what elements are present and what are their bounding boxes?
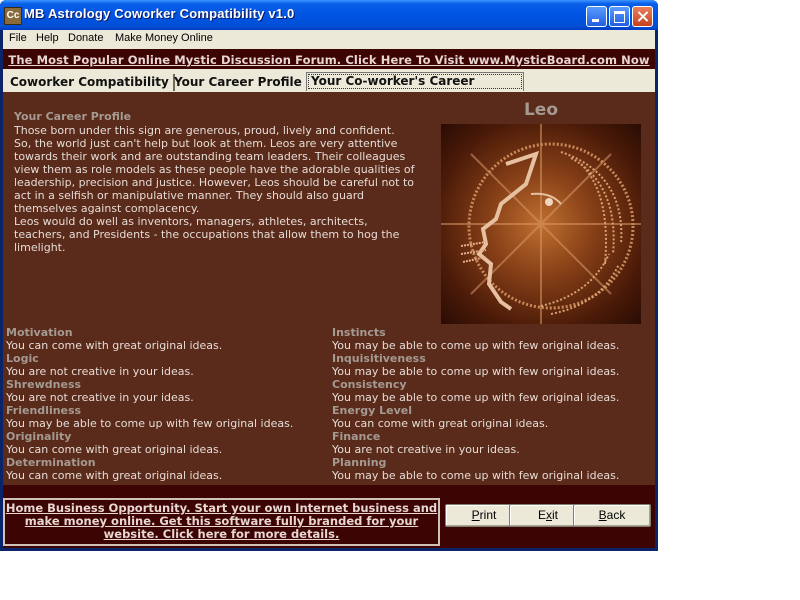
- footer-bar: Home Business Opportunity. Start your ow…: [3, 485, 655, 548]
- tab-your-career-profile[interactable]: Your Career Profile: [170, 74, 306, 91]
- trait-label: Inquisitiveness: [332, 352, 426, 365]
- print-accel: P: [471, 508, 480, 522]
- tab-strip: Coworker Compatibility Your Career Profi…: [3, 69, 655, 105]
- menu-bar: File Help Donate Make Money Online: [3, 30, 655, 49]
- trait-label: Determination: [6, 456, 96, 469]
- trait-label: Shrewdness: [6, 378, 82, 391]
- zodiac-sign-name: Leo: [523, 100, 559, 120]
- profile-panel: Your Career Profile Those born under thi…: [3, 92, 655, 485]
- trait-label: Motivation: [6, 326, 73, 339]
- trait-label: Friendliness: [6, 404, 82, 417]
- trait-value: You can come with great original ideas.: [6, 469, 223, 482]
- maximize-button[interactable]: [609, 6, 630, 27]
- menu-file[interactable]: File: [9, 32, 27, 44]
- print-label: rint: [479, 508, 497, 522]
- app-window: Cc MB Astrology Coworker Compatibility v…: [0, 0, 658, 551]
- trait-value: You may be able to come up with few orig…: [332, 365, 620, 378]
- trait-value: You can come with great original ideas.: [332, 417, 549, 430]
- close-button[interactable]: [632, 6, 653, 27]
- trait-label: Finance: [332, 430, 381, 443]
- trait-label: Energy Level: [332, 404, 412, 417]
- menu-make-money-online[interactable]: Make Money Online: [115, 32, 213, 44]
- forum-banner: The Most Popular Online Mystic Discussio…: [3, 49, 655, 69]
- back-accel: B: [598, 508, 607, 522]
- trait-label: Consistency: [332, 378, 407, 391]
- trait-value: You can come with great original ideas.: [6, 443, 223, 456]
- client-area: File Help Donate Make Money Online The M…: [3, 30, 655, 548]
- profile-description: Those born under this sign are generous,…: [14, 124, 415, 254]
- trait-value: You are not creative in your ideas.: [6, 391, 194, 404]
- promo-link[interactable]: Home Business Opportunity. Start your ow…: [5, 500, 438, 541]
- window-title: MB Astrology Coworker Compatibility v1.0: [24, 6, 295, 21]
- trait-value: You may be able to come up with few orig…: [332, 469, 620, 482]
- exit-label: it: [552, 508, 558, 522]
- trait-value: You can come with great original ideas.: [6, 339, 223, 352]
- trait-value: You are not creative in your ideas.: [332, 443, 520, 456]
- trait-value: You may be able to come up with few orig…: [6, 417, 294, 430]
- tab-coworker-compatibility[interactable]: Coworker Compatibility: [6, 74, 175, 91]
- exit-label-pre: E: [537, 508, 546, 522]
- traits-right-column: Instincts You may be able to come up wit…: [332, 326, 652, 482]
- back-label: ack: [606, 508, 626, 522]
- leo-lion-head-icon: [441, 124, 641, 324]
- forum-banner-link[interactable]: The Most Popular Online Mystic Discussio…: [8, 53, 649, 67]
- trait-value: You are not creative in your ideas.: [6, 365, 194, 378]
- menu-donate[interactable]: Donate: [68, 32, 103, 44]
- minimize-button[interactable]: [586, 6, 607, 27]
- app-icon: Cc: [4, 7, 22, 25]
- promo-box: Home Business Opportunity. Start your ow…: [3, 498, 440, 546]
- tab-coworker-career-profile[interactable]: Your Co-worker's Career Profile: [306, 72, 524, 105]
- profile-heading: Your Career Profile: [14, 110, 132, 123]
- trait-label: Planning: [332, 456, 387, 469]
- leo-illustration: [441, 124, 641, 324]
- menu-help[interactable]: Help: [36, 32, 59, 44]
- traits-left-column: Motivation You can come with great origi…: [6, 326, 326, 482]
- trait-label: Logic: [6, 352, 39, 365]
- trait-value: You may be able to come up with few orig…: [332, 339, 620, 352]
- trait-label: Instincts: [332, 326, 386, 339]
- back-button[interactable]: Back: [573, 504, 651, 527]
- trait-value: You may be able to come up with few orig…: [332, 391, 620, 404]
- title-bar[interactable]: Cc MB Astrology Coworker Compatibility v…: [0, 0, 658, 30]
- trait-label: Originality: [6, 430, 72, 443]
